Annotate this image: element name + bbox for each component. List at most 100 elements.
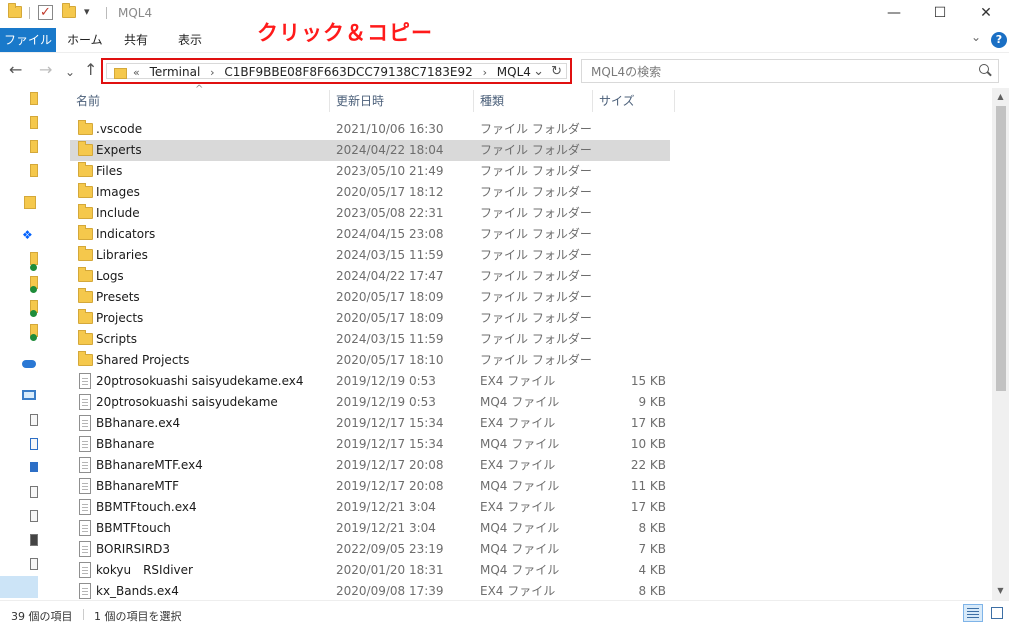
download-icon[interactable] [30,438,38,450]
folder-row[interactable]: Indicators 2024/04/15 23:08 ファイル フォルダー [70,224,670,245]
file-name: BBhanare.ex4 [96,416,181,430]
column-divider[interactable] [473,90,474,112]
folder-icon[interactable] [30,92,38,105]
column-header-type[interactable]: 種類 [480,90,504,114]
file-row[interactable]: 20ptrosokuashi saisyudekame 2019/12/19 0:… [70,392,670,413]
properties-check-icon[interactable]: ✓ [38,5,53,20]
video-icon[interactable] [30,534,38,546]
scroll-down-arrow-icon[interactable]: ▼ [992,584,1009,598]
divider [29,7,30,19]
navigation-pane[interactable]: ❖ [0,88,38,600]
breadcrumb-separator[interactable]: › [210,66,214,79]
file-row[interactable]: BBhanare.ex4 2019/12/17 15:34 EX4 ファイル 17 K… [70,413,670,434]
folder-icon[interactable] [30,140,38,153]
file-type: MQ4 ファイル [480,437,560,451]
folder-row[interactable]: Logs 2024/04/22 17:47 ファイル フォルダー [70,266,670,287]
address-bar[interactable]: « Terminal › C1BF9BBE08F8F663DCC79138C71… [101,58,572,84]
file-type: ファイル フォルダー [480,353,592,367]
folder-icon [114,68,127,79]
address-field[interactable]: « Terminal › C1BF9BBE08F8F663DCC79138C71… [106,63,567,79]
scroll-up-arrow-icon[interactable]: ▲ [992,90,1009,104]
title-bar: ✓ ▾ MQL4 — ☐ ✕ [0,0,1009,28]
file-name: BBMTFtouch.ex4 [96,500,197,514]
folder-icon[interactable] [30,164,38,177]
quick-access-dropdown[interactable]: ▾ [84,5,90,18]
column-header-name[interactable]: 名前 [76,90,100,114]
file-name: Indicators [96,227,156,241]
tab-home[interactable]: ホーム [67,28,103,52]
large-icons-view-icon[interactable] [987,604,1007,622]
column-divider[interactable] [592,90,593,112]
back-arrow-icon[interactable]: ← [9,61,22,79]
ribbon-expand-chevron-icon[interactable]: ⌄ [971,30,981,44]
tab-share[interactable]: 共有 [124,28,148,52]
maximize-button[interactable]: ☐ [917,0,963,28]
column-divider[interactable] [674,90,675,112]
file-row[interactable]: 20ptrosokuashi saisyudekame.ex4 2019/12/1… [70,371,670,392]
drive-icon[interactable] [30,414,38,426]
dropbox-icon[interactable]: ❖ [22,228,33,242]
file-row[interactable]: BORIRSIRD3 2022/09/05 23:19 MQ4 ファイル 7 KB [70,539,670,560]
this-pc-icon[interactable] [22,390,36,400]
breadcrumb[interactable]: « Terminal › C1BF9BBE08F8F663DCC79138C71… [133,65,537,79]
folder-icon [78,120,93,135]
folder-row[interactable]: Images 2020/05/17 18:12 ファイル フォルダー [70,182,670,203]
music-icon[interactable] [30,558,38,570]
file-row[interactable]: BBhanareMTF.ex4 2019/12/17 20:08 EX4 ファイル 2… [70,455,670,476]
folder-row[interactable]: Experts 2024/04/22 18:04 ファイル フォルダー [70,140,670,161]
tab-view[interactable]: 表示 [178,28,202,52]
folder-row[interactable]: Include 2023/05/08 22:31 ファイル フォルダー [70,203,670,224]
folder-icon[interactable] [30,116,38,129]
nav-pane-selected-item[interactable] [0,576,38,598]
forward-arrow-icon[interactable]: → [39,61,52,79]
file-row[interactable]: kokyu RSIdiver 2020/01/20 18:31 MQ4 ファイル 4 … [70,560,670,581]
desktop-icon[interactable] [30,462,38,472]
details-view-icon[interactable] [963,604,983,622]
folder-row[interactable]: Libraries 2024/03/15 11:59 ファイル フォルダー [70,245,670,266]
folder-icon[interactable] [24,196,36,209]
document-icon[interactable] [30,486,38,498]
folder-row[interactable]: .vscode 2021/10/06 16:30 ファイル フォルダー [70,119,670,140]
file-row[interactable]: BBMTFtouch 2019/12/21 3:04 MQ4 ファイル 8 KB [70,518,670,539]
folder-row[interactable]: Projects 2020/05/17 18:09 ファイル フォルダー [70,308,670,329]
file-row[interactable]: kx_Bands.ex4 2020/09/08 17:39 EX4 ファイル 8 KB [70,581,670,602]
vertical-scrollbar[interactable]: ▲ ▼ [992,88,1009,600]
recent-locations-chevron-icon[interactable]: ⌄ [65,63,75,81]
breadcrumb-hash-folder[interactable]: C1BF9BBE08F8F663DCC79138C7183E92 [224,65,472,79]
folder-row[interactable]: Presets 2020/05/17 18:09 ファイル フォルダー [70,287,670,308]
scrollbar-thumb[interactable] [996,106,1006,391]
search-icon[interactable] [979,64,989,74]
onedrive-icon[interactable] [22,360,36,368]
file-name: Include [96,206,140,220]
up-arrow-icon[interactable]: ↑ [84,61,97,79]
folder-row[interactable]: Files 2023/05/10 21:49 ファイル フォルダー [70,161,670,182]
file-name: Experts [96,143,142,157]
file-row[interactable]: BBMTFtouch.ex4 2019/12/21 3:04 EX4 ファイル 17 … [70,497,670,518]
file-row[interactable]: BBhanare 2019/12/17 15:34 MQ4 ファイル 10 KB [70,434,670,455]
file-type: ファイル フォルダー [480,122,592,136]
breadcrumb-separator[interactable]: › [483,66,487,79]
help-icon[interactable]: ? [991,32,1007,48]
tab-file[interactable]: ファイル [0,28,56,52]
sync-status-icon [30,310,37,317]
file-row[interactable]: BBhanareMTF 2019/12/17 20:08 MQ4 ファイル 11 KB [70,476,670,497]
breadcrumb-terminal[interactable]: Terminal [150,65,201,79]
folder-row[interactable]: Scripts 2024/03/15 11:59 ファイル フォルダー [70,329,670,350]
file-size: 7 KB [638,542,666,556]
refresh-icon[interactable]: ↻ [551,64,562,79]
breadcrumb-mql4[interactable]: MQL4 [497,65,531,79]
column-header-size[interactable]: サイズ [599,90,635,114]
folder-row[interactable]: Shared Projects 2020/05/17 18:10 ファイル フォルダ… [70,350,670,371]
file-icon [79,436,91,452]
modified-date: 2020/09/08 17:39 [336,584,444,598]
close-button[interactable]: ✕ [963,0,1009,28]
column-divider[interactable] [329,90,330,112]
search-input[interactable]: MQL4の検索 [581,59,999,83]
breadcrumb-overflow[interactable]: « [133,66,140,79]
sync-status-icon [30,286,37,293]
address-dropdown-chevron-icon[interactable]: ⌄ [533,64,544,79]
new-folder-icon[interactable] [62,3,76,18]
picture-icon[interactable] [30,510,38,522]
minimize-button[interactable]: — [871,0,917,28]
column-header-date[interactable]: 更新日時 [336,90,384,114]
